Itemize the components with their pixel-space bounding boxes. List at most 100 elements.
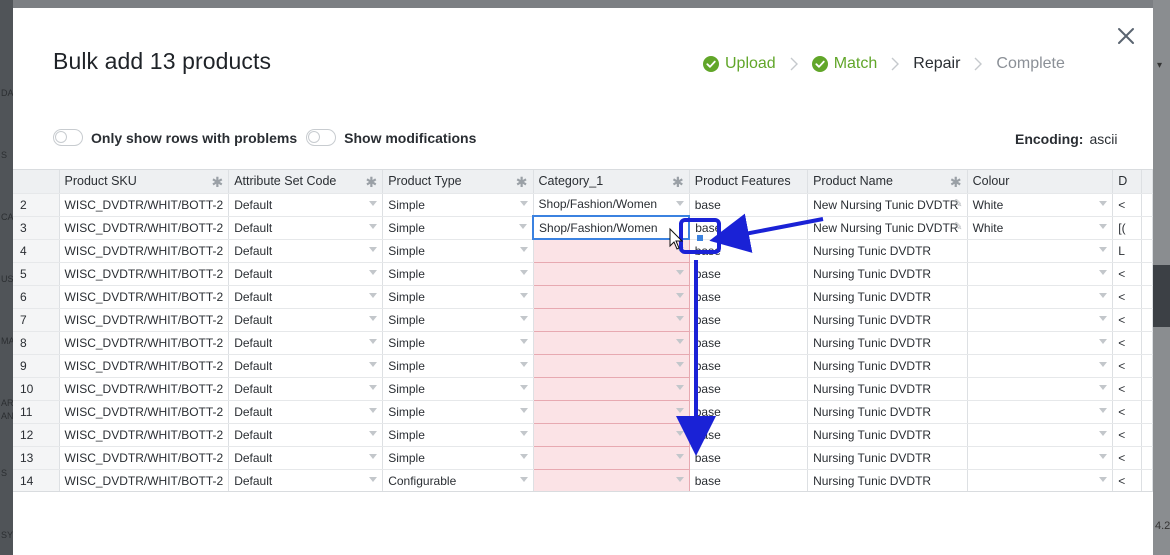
cell-colour[interactable]: White — [967, 193, 1114, 217]
cell-features[interactable]: base — [689, 193, 809, 217]
column-header[interactable]: Product SKU ✱ — [59, 170, 230, 194]
cell-category[interactable] — [532, 468, 690, 491]
cell-name[interactable]: New Nursing Tunic DVDTR ✎ — [807, 216, 968, 240]
cell-sku[interactable]: WISC_DVDTR/WHIT/BOTT-2 — [59, 354, 230, 378]
dropdown-caret-icon[interactable] — [369, 246, 378, 252]
cell-d[interactable]: < — [1112, 193, 1142, 217]
column-header[interactable]: D — [1112, 170, 1142, 194]
dropdown-caret-icon[interactable] — [675, 269, 684, 275]
cell-type[interactable]: Simple — [382, 262, 534, 286]
pencil-icon[interactable]: ✎ — [953, 220, 962, 233]
dropdown-caret-icon[interactable] — [369, 315, 378, 321]
dropdown-caret-icon[interactable] — [519, 384, 528, 390]
dropdown-caret-icon[interactable] — [1099, 315, 1108, 321]
dropdown-caret-icon[interactable] — [519, 338, 528, 344]
cell-category[interactable] — [532, 307, 690, 332]
cell-colour[interactable] — [967, 469, 1114, 491]
cell-attr[interactable]: Default — [228, 354, 384, 378]
cell-attr[interactable]: Default — [228, 239, 384, 263]
dropdown-caret-icon[interactable] — [519, 453, 528, 459]
cell-sku[interactable]: WISC_DVDTR/WHIT/BOTT-2 — [59, 400, 230, 424]
cell-sku[interactable]: WISC_DVDTR/WHIT/BOTT-2 — [59, 262, 230, 286]
cell-d[interactable]: < — [1112, 377, 1142, 401]
dropdown-caret-icon[interactable] — [369, 361, 378, 367]
cell-attr[interactable]: Default — [228, 469, 384, 491]
cell-name[interactable]: New Nursing Tunic DVDTR ✎ — [807, 193, 968, 217]
cell-name[interactable]: Nursing Tunic DVDTR — [807, 308, 968, 332]
cell-features[interactable]: base — [689, 331, 809, 355]
cell-category[interactable] — [532, 330, 690, 355]
dropdown-caret-icon[interactable] — [675, 315, 684, 321]
dropdown-caret-icon[interactable] — [519, 430, 528, 436]
cell-name[interactable]: Nursing Tunic DVDTR — [807, 285, 968, 309]
cell-features[interactable]: base — [689, 216, 809, 240]
dropdown-caret-icon[interactable] — [1099, 476, 1108, 482]
cell-sku[interactable]: WISC_DVDTR/WHIT/BOTT-2 — [59, 239, 230, 263]
step-match[interactable]: Match — [811, 55, 877, 73]
cell-features[interactable]: base — [689, 377, 809, 401]
cell-colour[interactable] — [967, 377, 1114, 401]
cell-d[interactable]: < — [1112, 285, 1142, 309]
dropdown-caret-icon[interactable] — [1099, 430, 1108, 436]
cell-type[interactable]: Simple — [382, 285, 534, 309]
column-header[interactable]: Attribute Set Code ✱ — [228, 170, 384, 194]
toggle-switch[interactable] — [53, 129, 83, 146]
cell-features[interactable]: base — [689, 469, 809, 491]
cell-attr[interactable]: Default — [228, 446, 384, 470]
dropdown-caret-icon[interactable] — [675, 200, 684, 206]
cell-sku[interactable]: WISC_DVDTR/WHIT/BOTT-2 — [59, 469, 230, 491]
cell-name[interactable]: Nursing Tunic DVDTR — [807, 423, 968, 447]
dropdown-caret-icon[interactable] — [675, 453, 684, 459]
cell-d[interactable]: < — [1112, 469, 1142, 491]
cell-features[interactable]: base — [689, 262, 809, 286]
dropdown-caret-icon[interactable] — [675, 476, 684, 482]
cell-sku[interactable]: WISC_DVDTR/WHIT/BOTT-2 — [59, 193, 230, 217]
step-complete[interactable]: Complete — [996, 55, 1064, 73]
cell-sku[interactable]: WISC_DVDTR/WHIT/BOTT-2 — [59, 377, 230, 401]
cell-sku[interactable]: WISC_DVDTR/WHIT/BOTT-2 — [59, 446, 230, 470]
dropdown-caret-icon[interactable] — [1099, 453, 1108, 459]
column-header[interactable]: Product Name ✱ — [807, 170, 968, 194]
dropdown-caret-icon[interactable] — [675, 430, 684, 436]
cell-colour[interactable] — [967, 446, 1114, 470]
cell-name[interactable]: Nursing Tunic DVDTR — [807, 469, 968, 491]
dropdown-caret-icon[interactable] — [369, 269, 378, 275]
dropdown-caret-icon[interactable] — [519, 223, 528, 229]
column-header[interactable]: Product Type ✱ — [382, 170, 534, 194]
dropdown-caret-icon[interactable] — [1099, 292, 1108, 298]
dropdown-caret-icon[interactable] — [519, 407, 528, 413]
dropdown-caret-icon[interactable] — [519, 292, 528, 298]
cell-sku[interactable]: WISC_DVDTR/WHIT/BOTT-2 — [59, 423, 230, 447]
cell-attr[interactable]: Default — [228, 377, 384, 401]
cell-name[interactable]: Nursing Tunic DVDTR — [807, 446, 968, 470]
cell-d[interactable]: < — [1112, 446, 1142, 470]
dropdown-caret-icon[interactable] — [1099, 407, 1108, 413]
cell-name[interactable]: Nursing Tunic DVDTR — [807, 331, 968, 355]
cell-attr[interactable]: Default — [228, 423, 384, 447]
cell-attr[interactable]: Default — [228, 400, 384, 424]
dropdown-caret-icon[interactable] — [519, 246, 528, 252]
dropdown-caret-icon[interactable] — [369, 200, 378, 206]
cell-type[interactable]: Simple — [382, 354, 534, 378]
dropdown-caret-icon[interactable] — [369, 292, 378, 298]
cell-sku[interactable]: WISC_DVDTR/WHIT/BOTT-2 — [59, 331, 230, 355]
cell-d[interactable]: < — [1112, 400, 1142, 424]
cell-attr[interactable]: Default — [228, 216, 384, 240]
dropdown-caret-icon[interactable] — [1099, 338, 1108, 344]
cell-category[interactable] — [532, 238, 690, 263]
pencil-icon[interactable]: ✎ — [953, 197, 962, 210]
dropdown-caret-icon[interactable] — [369, 453, 378, 459]
dropdown-caret-icon[interactable] — [369, 476, 378, 482]
cell-category[interactable]: Shop/Fashion/Women — [533, 193, 690, 217]
toggle-show-modifications[interactable]: Show modifications — [306, 129, 476, 146]
dropdown-caret-icon[interactable] — [369, 338, 378, 344]
column-header[interactable]: Colour — [967, 170, 1114, 194]
cell-name[interactable]: Nursing Tunic DVDTR — [807, 377, 968, 401]
cell-features[interactable]: base — [689, 446, 809, 470]
cell-features[interactable]: base — [689, 354, 809, 378]
cell-colour[interactable] — [967, 308, 1114, 332]
dropdown-caret-icon[interactable] — [369, 384, 378, 390]
dropdown-caret-icon[interactable] — [1099, 384, 1108, 390]
cell-name[interactable]: Nursing Tunic DVDTR — [807, 262, 968, 286]
cell-type[interactable]: Configurable — [382, 469, 534, 491]
